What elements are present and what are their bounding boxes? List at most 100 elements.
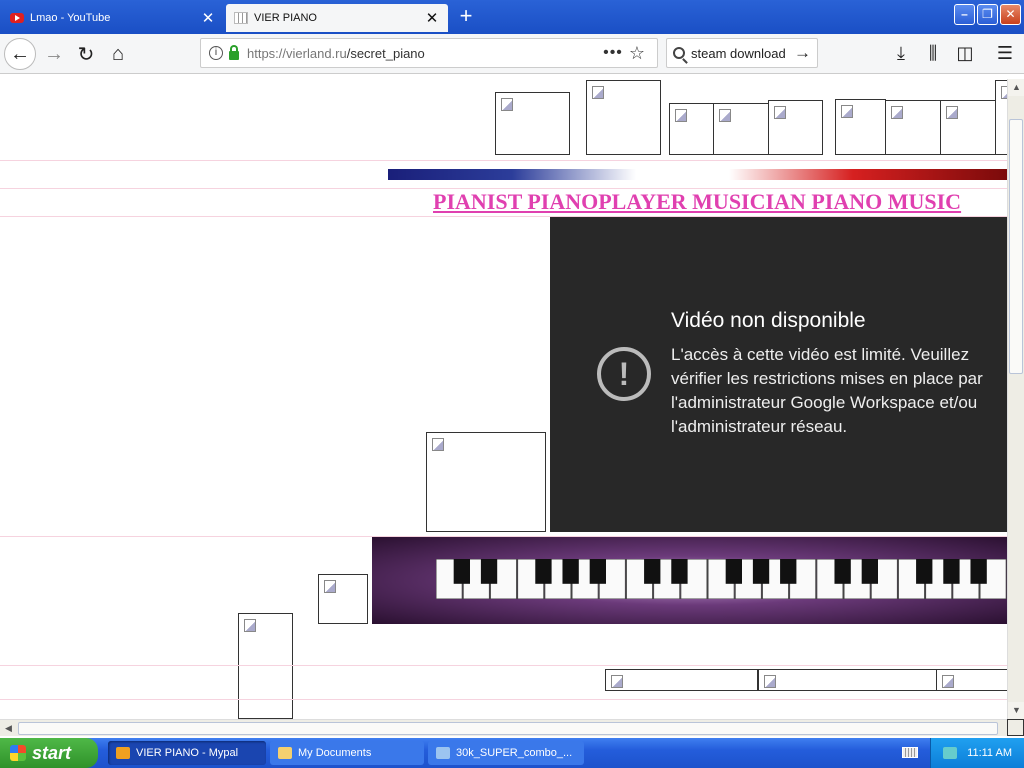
start-label: start bbox=[32, 742, 72, 763]
broken-image[interactable] bbox=[495, 92, 570, 155]
tab-title: VIER PIANO bbox=[254, 12, 317, 24]
horizontal-scroll-thumb[interactable] bbox=[18, 722, 998, 735]
broken-image[interactable] bbox=[995, 80, 1007, 155]
broken-image[interactable] bbox=[835, 99, 886, 155]
broken-image[interactable] bbox=[758, 669, 937, 691]
keyboard-tray-icon[interactable] bbox=[902, 747, 918, 758]
row-divider bbox=[0, 665, 1007, 666]
back-button[interactable]: ← bbox=[4, 38, 36, 70]
scroll-left-arrow-icon[interactable]: ◀ bbox=[0, 720, 17, 737]
black-key bbox=[480, 559, 498, 584]
tab-youtube[interactable]: Lmao - YouTube ✕ bbox=[2, 4, 224, 32]
piano-keyboard-banner bbox=[372, 537, 1007, 624]
broken-image[interactable] bbox=[238, 613, 293, 719]
broken-image[interactable] bbox=[586, 80, 661, 155]
mypal-browser-icon bbox=[116, 747, 130, 759]
library-icon[interactable]: ⫼ bbox=[918, 38, 948, 68]
row-divider bbox=[0, 160, 1007, 161]
search-go-arrow-icon[interactable]: → bbox=[794, 43, 811, 63]
search-icon bbox=[673, 47, 685, 59]
url-host: https://vierland.ru bbox=[247, 45, 347, 61]
piano-keys-graphic bbox=[436, 559, 1007, 599]
youtube-icon bbox=[10, 13, 24, 23]
restore-button[interactable]: ❐ bbox=[977, 4, 998, 25]
exclamation-warning-icon: ! bbox=[597, 347, 651, 401]
lock-icon bbox=[229, 44, 239, 60]
black-key bbox=[535, 559, 552, 584]
url-path: /secret_piano bbox=[346, 45, 425, 61]
vertical-scrollbar[interactable]: ▲ ▼ bbox=[1007, 79, 1024, 719]
black-key bbox=[644, 559, 661, 584]
broken-image[interactable] bbox=[713, 103, 769, 155]
scroll-up-arrow-icon[interactable]: ▲ bbox=[1008, 79, 1024, 96]
broken-image[interactable] bbox=[669, 103, 714, 155]
search-input[interactable]: steam download bbox=[691, 46, 794, 61]
horizontal-scrollbar[interactable]: ◀ bbox=[0, 719, 1007, 736]
close-window-button[interactable]: ✕ bbox=[1000, 4, 1021, 25]
downloads-icon[interactable]: ⤓ bbox=[886, 38, 916, 68]
taskbar: start VIER PIANO - Mypal My Documents 30… bbox=[0, 738, 1024, 768]
page-actions-button[interactable]: ••• bbox=[601, 44, 625, 62]
tab-vier-piano[interactable]: VIER PIANO ✕ bbox=[226, 4, 448, 32]
black-key bbox=[834, 559, 851, 584]
folder-icon bbox=[278, 747, 292, 759]
scroll-down-arrow-icon[interactable]: ▼ bbox=[1008, 702, 1024, 719]
page-heading-link[interactable]: PIANIST PIANOPLAYER MUSICIAN PIANO MUSIC bbox=[433, 189, 961, 215]
black-key bbox=[589, 559, 606, 584]
broken-image[interactable] bbox=[426, 432, 546, 532]
video-unavailable-title: Vidéo non disponible bbox=[671, 309, 866, 332]
video-unavailable-message: L'accès à cette vidéo est limité. Veuill… bbox=[671, 345, 983, 436]
start-button[interactable]: start bbox=[0, 738, 98, 768]
taskbar-item-label: 30k_SUPER_combo_... bbox=[456, 747, 573, 759]
taskbar-item-combo-file[interactable]: 30k_SUPER_combo_... bbox=[428, 741, 584, 765]
forward-button[interactable]: → bbox=[38, 38, 70, 70]
broken-image[interactable] bbox=[605, 669, 758, 691]
black-key bbox=[752, 559, 770, 584]
broken-image[interactable] bbox=[768, 100, 823, 155]
black-key bbox=[780, 559, 797, 584]
flag-banner-image bbox=[388, 169, 1007, 180]
hamburger-menu-icon[interactable]: ☰ bbox=[990, 38, 1020, 68]
new-tab-button[interactable]: + bbox=[452, 4, 480, 30]
black-key bbox=[725, 559, 742, 584]
url-text[interactable]: https://vierland.ru/secret_piano bbox=[247, 46, 601, 61]
home-button[interactable]: ⌂ bbox=[102, 38, 134, 70]
piano-favicon-icon bbox=[234, 12, 248, 24]
taskbar-item-vier-piano[interactable]: VIER PIANO - Mypal bbox=[108, 741, 266, 765]
black-key bbox=[562, 559, 579, 584]
search-bar[interactable]: steam download → bbox=[666, 38, 818, 68]
black-key bbox=[671, 559, 688, 584]
taskbar-item-my-documents[interactable]: My Documents bbox=[270, 741, 424, 765]
bottom-heading: KEYBOARDIST PIANIST bbox=[420, 709, 887, 719]
document-icon bbox=[436, 747, 450, 759]
black-key bbox=[970, 559, 987, 584]
close-tab-icon[interactable]: ✕ bbox=[200, 9, 216, 27]
minimize-button[interactable]: – bbox=[954, 4, 975, 25]
row-divider bbox=[0, 699, 1007, 700]
navigation-toolbar: ← → ↻ ⌂ i https://vierland.ru/secret_pia… bbox=[0, 34, 1024, 74]
tab-title: Lmao - YouTube bbox=[30, 12, 111, 24]
broken-image[interactable] bbox=[318, 574, 368, 624]
black-key bbox=[943, 559, 960, 584]
system-tray: 11:11 AM bbox=[930, 738, 1024, 768]
scroll-right-arrow-icon[interactable] bbox=[1007, 719, 1024, 736]
black-key bbox=[916, 559, 933, 584]
broken-image[interactable] bbox=[940, 100, 996, 155]
url-bar[interactable]: i https://vierland.ru/secret_piano ••• ☆ bbox=[200, 38, 658, 68]
bookmark-star-icon[interactable]: ☆ bbox=[625, 43, 649, 64]
black-key bbox=[453, 559, 470, 584]
video-player[interactable]: ! Vidéo non disponible L'accès à cette v… bbox=[550, 217, 1007, 532]
sidebar-icon[interactable]: ◫ bbox=[950, 38, 980, 68]
tab-strip: Lmao - YouTube ✕ VIER PIANO ✕ + – ❐ ✕ bbox=[0, 0, 1024, 34]
clock[interactable]: 11:11 AM bbox=[967, 747, 1012, 759]
taskbar-item-label: VIER PIANO - Mypal bbox=[136, 747, 239, 759]
broken-image[interactable] bbox=[936, 669, 1007, 691]
vertical-scroll-thumb[interactable] bbox=[1009, 119, 1023, 374]
black-key bbox=[861, 559, 878, 584]
broken-image[interactable] bbox=[885, 100, 941, 155]
info-icon[interactable]: i bbox=[209, 46, 223, 60]
close-tab-icon[interactable]: ✕ bbox=[424, 9, 440, 27]
reload-button[interactable]: ↻ bbox=[70, 38, 102, 70]
windows-logo-icon bbox=[10, 745, 26, 761]
network-tray-icon[interactable] bbox=[943, 747, 958, 759]
